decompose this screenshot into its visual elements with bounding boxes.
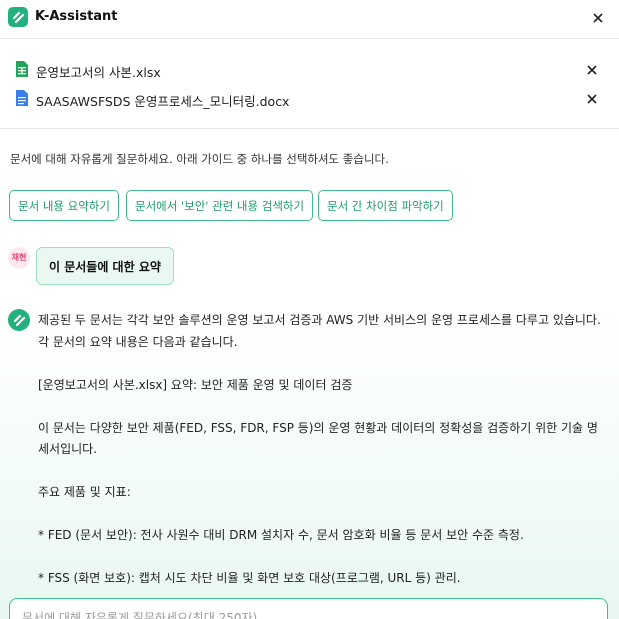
assistant-answer: 제공된 두 문서는 각각 보안 솔루션의 운영 보고서 검증과 AWS 기반 서… [38,310,608,590]
file-name: 운영보고서의 사본.xlsx [36,65,161,80]
chat-area[interactable]: 문서에 대해 자유롭게 질문하세요. 아래 가이드 중 하나를 선택하셔도 좋습… [0,129,619,619]
file-name: SAASAWSFSDS 운영프로세스_모니터링.docx [36,94,290,109]
remove-file-icon[interactable] [585,92,599,106]
question-input[interactable] [9,598,608,619]
app-title: K-Assistant [35,9,118,24]
answer-line: 주요 제품 및 지표: [38,485,131,499]
chip-summarize[interactable]: 문서 내용 요약하기 [9,190,119,221]
chip-compare-docs[interactable]: 문서 간 차이점 파악하기 [318,190,453,221]
user-message: 이 문서들에 대한 요약 [36,247,174,285]
attached-files: 운영보고서의 사본.xlsx SAASAWSFSDS 운영프로세스_모니터링.d… [0,39,619,129]
answer-line: 이 문서는 다양한 보안 제품(FED, FSS, FDR, FSP 등)의 운… [38,420,598,457]
remove-file-icon[interactable] [585,63,599,77]
answer-line: [운영보고서의 사본.xlsx] 요약: 보안 제품 운영 및 데이터 검증 [38,377,353,392]
document-file-icon [15,89,29,107]
answer-line: * FED (문서 보안): 전사 사원수 대비 DRM 설치자 수, 문서 암… [38,528,524,542]
answer-line: 제공된 두 문서는 각각 보안 솔루션의 운영 보고서 검증과 AWS 기반 서… [38,313,601,349]
assistant-avatar-icon [8,309,30,331]
file-item: SAASAWSFSDS 운영프로세스_모니터링.docx [0,86,619,112]
chip-search-security[interactable]: 문서에서 '보안' 관련 내용 검색하기 [126,190,314,221]
user-avatar: 채현 [8,247,30,269]
file-item: 운영보고서의 사본.xlsx [0,57,619,83]
close-window-icon[interactable] [591,11,605,25]
app-header: K-Assistant [0,0,619,39]
spreadsheet-file-icon [15,60,29,78]
answer-line: * FSS (화면 보호): 캡처 시도 차단 비율 및 화면 보호 대상(프로… [38,571,461,585]
app-logo-icon [8,7,28,27]
guide-text: 문서에 대해 자유롭게 질문하세요. 아래 가이드 중 하나를 선택하셔도 좋습… [10,152,389,166]
